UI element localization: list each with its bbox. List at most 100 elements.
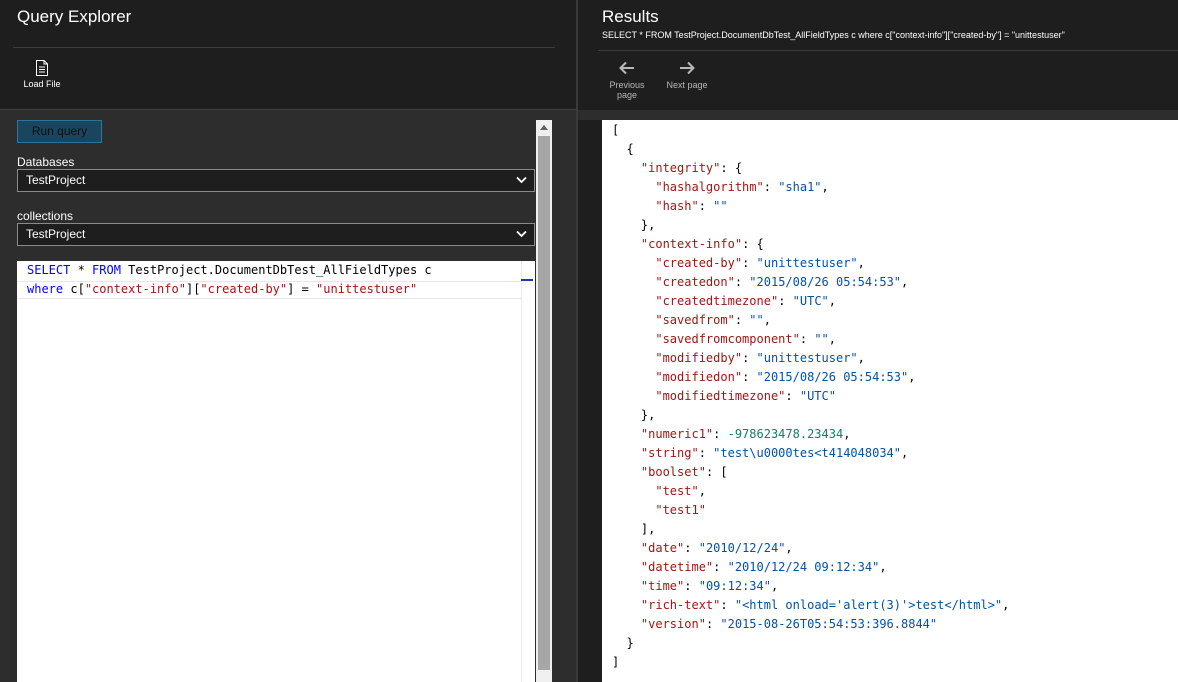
json-pre [612, 541, 641, 555]
json-line: "context-info": { [602, 235, 1178, 254]
query-explorer-header: Query Explorer Load File [0, 0, 576, 110]
json-line: }, [602, 216, 1178, 235]
json-sep: : [698, 446, 714, 460]
code-text: ][ [185, 282, 201, 296]
query-explorer-blade: Query Explorer Load File Run query Datab… [0, 0, 576, 682]
json-post: , [698, 484, 706, 498]
editor-overview-ruler [521, 261, 535, 682]
query-line-1: SELECT * FROM TestProject.DocumentDbTest… [27, 263, 432, 277]
json-val: "UTC" [799, 389, 836, 403]
results-json-viewer[interactable]: [ { "integrity": { "hashalgorithm": "sha… [602, 120, 1178, 682]
json-pre: }, [612, 218, 656, 232]
json-key: "date" [640, 541, 685, 555]
json-val: "" [814, 332, 829, 346]
json-pre: { [612, 142, 634, 156]
json-key: "modifiedtimezone" [655, 389, 786, 403]
json-pre [612, 446, 641, 460]
json-key: "modifiedon" [655, 370, 743, 384]
query-editor[interactable]: SELECT * FROM TestProject.DocumentDbTest… [17, 261, 535, 682]
previous-page-button[interactable]: Previous page [608, 60, 646, 100]
json-line: "savedfromcomponent": "", [602, 330, 1178, 349]
json-line: "createdtimezone": "UTC", [602, 292, 1178, 311]
json-sep: : [799, 332, 815, 346]
json-post: , [763, 313, 771, 327]
json-line: "hash": "" [602, 197, 1178, 216]
keyword: where [27, 282, 64, 296]
results-blade: Results SELECT * FROM TestProject.Docume… [578, 0, 1178, 682]
json-sep: : [742, 351, 757, 365]
json-line: "modifiedon": "2015/08/26 05:54:53", [602, 368, 1178, 387]
next-page-button[interactable]: Next page [662, 60, 712, 90]
json-post: , [908, 370, 916, 384]
json-post: , [1002, 598, 1010, 612]
json-key: "created-by" [655, 256, 743, 270]
query-panel-scrollbar[interactable] [536, 120, 552, 682]
json-pre [612, 275, 655, 289]
json-line: "modifiedtimezone": "UTC" [602, 387, 1178, 406]
json-line: "boolset": [ [602, 463, 1178, 482]
json-pre [612, 256, 655, 270]
run-query-button[interactable]: Run query [17, 120, 102, 143]
json-line: } [602, 634, 1178, 653]
query-line-2: where c["context-info"]["created-by"] = … [27, 282, 417, 296]
results-toolbar-band [578, 110, 1178, 120]
json-pre [612, 389, 655, 403]
chevron-down-icon [516, 230, 527, 238]
database-select[interactable]: TestProject [17, 169, 535, 192]
json-val: "test\u0000tes<t414048034" [713, 446, 901, 460]
json-pre [612, 598, 641, 612]
code-text: ] = [287, 282, 317, 296]
results-header-divider [598, 50, 1178, 51]
json-val: "" [749, 313, 764, 327]
keyword: SELECT [27, 263, 71, 277]
json-sep: : [ [705, 465, 728, 479]
json-line: { [602, 140, 1178, 159]
json-post: , [857, 351, 865, 365]
json-key: "version" [640, 617, 706, 631]
json-line: "string": "test\u0000tes<t414048034", [602, 444, 1178, 463]
json-line: "version": "2015-08-26T05:54:53:396.8844… [602, 615, 1178, 634]
json-val: "sha1" [778, 180, 822, 194]
json-sep: : [713, 427, 728, 441]
json-pre: [ [612, 123, 620, 137]
json-sep: : [785, 389, 800, 403]
json-post: , [770, 579, 779, 593]
json-key: "createdtimezone" [655, 294, 779, 308]
previous-page-label: Previous [609, 80, 645, 90]
json-key: "savedfromcomponent" [655, 332, 800, 346]
collection-select-value: TestProject [26, 227, 86, 241]
json-line: "numeric1": -978623478.23434, [602, 425, 1178, 444]
string-literal: "context-info" [84, 282, 186, 296]
json-post: , [901, 275, 909, 289]
json-line: "datetime": "2010/12/24 09:12:34", [602, 558, 1178, 577]
json-sep: : { [720, 161, 743, 175]
collection-select[interactable]: TestProject [17, 223, 535, 246]
json-line: "hashalgorithm": "sha1", [602, 178, 1178, 197]
json-line: [ [602, 121, 1178, 140]
blade-title: Query Explorer [17, 7, 132, 26]
json-pre [612, 560, 641, 574]
json-post: , [828, 294, 836, 308]
json-val: "<html onload='alert(3)'>test</html>" [734, 598, 1003, 612]
string-literal: "unittestuser" [316, 282, 418, 296]
json-val: "2015/08/26 05:54:53" [749, 275, 902, 289]
scroll-up-arrow-icon[interactable] [540, 125, 548, 130]
json-pre [612, 503, 655, 517]
load-file-button[interactable]: Load File [14, 58, 70, 98]
json-val: "test" [655, 484, 699, 498]
results-title: Results [602, 7, 659, 26]
chevron-down-icon [516, 176, 527, 184]
json-pre [612, 180, 655, 194]
json-sep: : [763, 180, 779, 194]
json-pre [612, 617, 641, 631]
arrow-right-icon [680, 61, 695, 75]
collections-label: collections [17, 209, 74, 223]
json-sep: : [684, 541, 699, 555]
scrollbar-thumb[interactable] [538, 136, 550, 670]
json-pre [612, 484, 655, 498]
json-val: "UTC" [792, 294, 829, 308]
json-sep: : [734, 313, 750, 327]
json-pre [612, 370, 655, 384]
json-sep: : [742, 256, 757, 270]
json-post: , [785, 541, 793, 555]
